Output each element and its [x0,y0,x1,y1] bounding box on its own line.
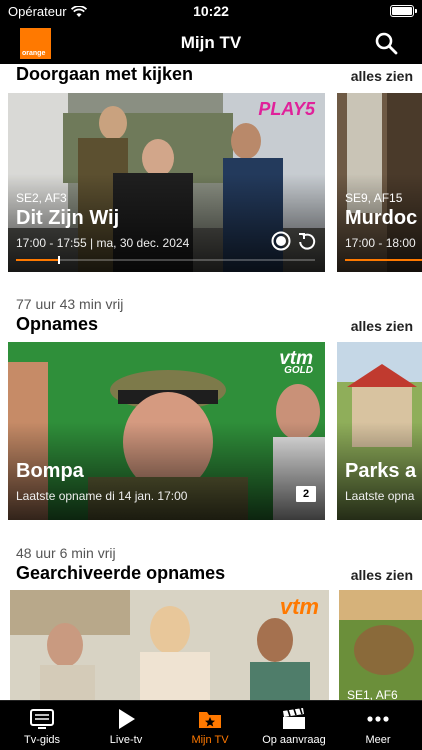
recordings-free-space: 77 uur 43 min vrij [16,296,124,312]
recording-card-2-title: Parks a [345,460,417,482]
continue-card-1-meta: 17:00 - 17:55 | ma, 30 dec. 2024 [16,236,190,250]
archived-card-2-episode: SE1, AF6 [347,688,398,700]
tab-tv-guide[interactable]: Tv-gids [0,701,84,750]
recording-card-1[interactable]: vtm GOLD Bompa Laatste opname di 14 jan.… [8,342,325,520]
page-title: Mijn TV [180,33,242,52]
tab-live-tv[interactable]: Live-tv [84,701,168,750]
see-all-archived-link[interactable]: alles zien [351,567,413,583]
recording-count-badge: 2 [296,486,316,502]
search-icon[interactable] [374,31,398,55]
recording-card-2[interactable]: Parks a Laatste opna [337,342,422,520]
tab-tv-guide-label: Tv-gids [23,734,61,746]
archived-free-space: 48 uur 6 min vrij [16,545,116,561]
see-all-continue-link[interactable]: alles zien [351,68,413,84]
tab-on-demand-label: Op aanvraag [262,734,326,746]
section-title-recordings: Opnames [16,314,99,334]
continue-card-1-title: Dit Zijn Wij [16,207,120,229]
content-scroll[interactable]: Doorgaan met kijken alles zien PLAY5 SE2… [0,64,422,700]
continue-card-1[interactable]: PLAY5 SE2, AF3 Dit Zijn Wij 17:00 - 17:5… [8,93,325,272]
tab-on-demand[interactable]: Op aanvraag [252,701,336,750]
continue-card-2-progress-fill [345,259,422,261]
status-bar: Opérateur 10:22 [0,0,422,22]
continue-card-1-episode: SE2, AF3 [16,191,67,205]
status-time: 10:22 [193,3,229,19]
record-icon[interactable] [271,231,291,251]
app-header: orange Mijn TV [0,22,422,64]
play-icon [119,709,135,729]
recording-card-1-title: Bompa [16,460,84,482]
tab-more[interactable]: Meer [336,701,420,750]
continue-card-1-progress [16,256,315,264]
channel-logo-vtm: vtm [279,594,319,619]
section-title-continue: Doorgaan met kijken [16,64,194,84]
tab-live-tv-label: Live-tv [109,734,143,746]
archived-card-2[interactable]: SE1, AF6 [339,590,422,700]
archived-card-2-thumbnail [339,590,422,700]
my-tv-icon [199,712,221,728]
tab-bar: Tv-gids Live-tv Mijn TV Op aanvraag Meer [0,700,422,750]
see-all-recordings-link[interactable]: alles zien [351,318,413,334]
continue-card-1-progress-fill [16,259,58,261]
tab-more-label: Meer [365,734,391,746]
recording-card-2-meta: Laatste opna [345,489,415,503]
section-title-archived: Gearchiveerde opnames [16,563,226,583]
tab-my-tv-label: Mijn TV [191,734,229,746]
tv-guide-icon [30,709,54,729]
continue-card-2-meta: 17:00 - 18:00 [345,236,416,250]
continue-card-2-title: Murdoc [345,207,418,229]
archived-card-1[interactable]: vtm [10,590,329,700]
channel-logo-play5: PLAY5 [258,99,315,119]
continue-card-2-episode: SE9, AF15 [345,191,403,205]
clapperboard-icon [283,708,305,729]
restart-icon[interactable] [297,231,317,251]
continue-card-2[interactable]: SE9, AF15 Murdoc 17:00 - 18:00 [337,93,422,272]
recording-card-1-meta: Laatste opname di 14 jan. 17:00 [16,489,188,503]
channel-logo-vtm-gold: vtm GOLD [279,348,313,376]
continue-card-1-progress-knob [57,256,60,264]
channel-logo-gold-text: GOLD [284,365,313,376]
continue-card-2-progress [345,259,422,261]
more-icon [367,716,389,722]
battery-icon [390,5,417,17]
tab-my-tv[interactable]: Mijn TV [168,701,252,750]
